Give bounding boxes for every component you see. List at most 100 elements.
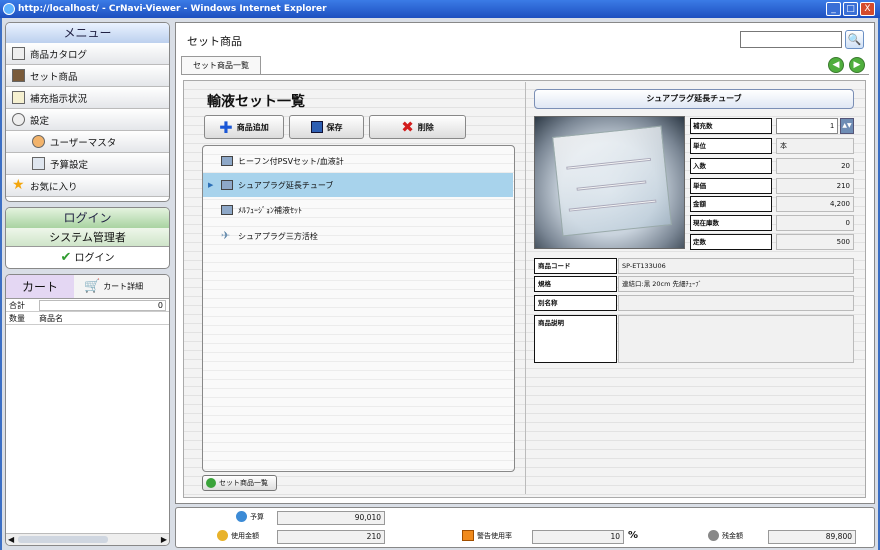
warning-rate-value: 10: [532, 530, 624, 544]
cart-col-qty: 数量: [9, 313, 25, 323]
remaining-label: 残金額: [708, 530, 743, 541]
scroll-thumb[interactable]: [18, 536, 108, 543]
field-value-stock: 0: [776, 215, 854, 231]
label-text: 残金額: [722, 531, 743, 540]
settings-icon: [12, 113, 25, 126]
cart-icon: 🛒: [84, 279, 101, 294]
set-list-title: 輸液セット一覧: [207, 94, 305, 110]
menu-item-label: 商品カタログ: [30, 49, 88, 61]
description-value: [618, 315, 854, 363]
field-label-pack: 入数: [690, 158, 772, 174]
label-text: 警告使用率: [477, 531, 512, 540]
tube: [576, 180, 647, 191]
description-label: 商品説明: [534, 315, 617, 363]
search-button[interactable]: 🔍: [845, 30, 864, 49]
set-icon: [221, 180, 233, 190]
list-item[interactable]: ✈ シュアプラグ三方活栓: [203, 224, 513, 248]
menu-panel: メニュー 商品カタログ セット商品 補充指示状況 設定 ユーザーマスタ 予算設定…: [5, 22, 170, 202]
budget-icon: [236, 511, 247, 522]
product-code-label: 商品コード: [534, 258, 617, 274]
menu-item-label: ユーザーマスタ: [50, 137, 117, 149]
field-label-amount: 金額: [690, 196, 772, 212]
cart-scrollbar[interactable]: ◀ ▶: [6, 533, 169, 545]
set-list-back-button[interactable]: セット商品一覧: [202, 475, 277, 491]
field-value-fixed: 500: [776, 234, 854, 250]
product-code-value: SP-ET133U06: [618, 258, 854, 274]
tab-divider: [181, 74, 869, 75]
menu-item-label: お気に入り: [30, 181, 78, 193]
user-icon: [32, 135, 45, 148]
menu-item-label: 設定: [30, 115, 50, 127]
label-text: 使用金額: [231, 531, 259, 540]
button-label: 保存: [326, 122, 343, 132]
menu-title: メニュー: [6, 23, 169, 43]
menu-item-user-master[interactable]: ユーザーマスタ: [6, 131, 169, 153]
minimize-button[interactable]: _: [826, 2, 841, 16]
catalog-icon: [12, 47, 25, 60]
check-icon: ✔: [60, 250, 72, 265]
delete-icon: ✖: [401, 118, 414, 136]
tube: [568, 199, 657, 212]
menu-item-budget[interactable]: 予算設定: [6, 153, 169, 175]
save-button[interactable]: 保存: [289, 115, 364, 139]
tab-cart-detail[interactable]: 🛒 カート詳細: [74, 275, 169, 298]
remaining-icon: [708, 530, 719, 541]
used-amount-value: 210: [277, 530, 385, 544]
delete-button[interactable]: ✖ 削除: [369, 115, 466, 139]
close-button[interactable]: X: [860, 2, 875, 16]
list-item-label: ヒーフン付PSVセット/血液計: [238, 156, 344, 166]
tab-set-list[interactable]: セット商品一覧: [181, 56, 261, 74]
search-input[interactable]: [740, 31, 842, 48]
tab-cart[interactable]: カート: [6, 275, 74, 298]
replenish-icon: [12, 91, 25, 104]
field-value-pack: 20: [776, 158, 854, 174]
menu-item-replenish[interactable]: 補充指示状況: [6, 87, 169, 109]
menu-item-favorites[interactable]: ★ お気に入り: [6, 175, 169, 197]
back-icon[interactable]: ◀: [828, 57, 844, 73]
login-button[interactable]: ✔ ログイン: [6, 247, 169, 268]
set-icon: [221, 156, 233, 166]
field-label-fixed: 定数: [690, 234, 772, 250]
menu-item-settings[interactable]: 設定: [6, 109, 169, 131]
window-title: http://localhost/ - CrNavi-Viewer - Wind…: [18, 4, 327, 14]
menu-item-set-product[interactable]: セット商品: [6, 65, 169, 87]
list-item-label: シュアプラグ延長チューブ: [238, 180, 334, 190]
percent-unit: %: [628, 530, 639, 541]
maximize-button[interactable]: □: [843, 2, 858, 16]
list-item-label: ﾒﾙﾌｭｰｼﾞｮﾝ補液ｾｯﾄ: [238, 205, 302, 215]
stopcock-icon: ✈: [221, 229, 231, 242]
used-amount-icon: [217, 530, 228, 541]
product-image: [534, 116, 685, 249]
quantity-stepper[interactable]: ▲▼: [840, 118, 854, 134]
alt-name-label: 別名称: [534, 295, 617, 311]
set-product-icon: [12, 69, 25, 82]
list-item[interactable]: ▶ シュアプラグ延長チューブ: [203, 173, 513, 197]
field-value-price: 210: [776, 178, 854, 194]
field-label-qty: 補充数: [690, 118, 772, 134]
cart-header-row: 数量 商品名: [6, 312, 169, 325]
menu-item-label: セット商品: [30, 71, 78, 83]
budget-label: 予算: [236, 511, 264, 522]
list-item[interactable]: ヒーフン付PSVセット/血液計: [203, 149, 513, 173]
login-panel: ログイン システム管理者 ✔ ログイン: [5, 207, 170, 269]
cart-col-name: 商品名: [39, 313, 63, 323]
cart-total-row: 合計 0: [6, 299, 169, 312]
detail-title: シュアプラグ延長チューブ: [534, 89, 854, 109]
button-label: 削除: [417, 122, 434, 132]
list-item[interactable]: ﾒﾙﾌｭｰｼﾞｮﾝ補液ｾｯﾄ: [203, 198, 513, 222]
quantity-input[interactable]: [776, 118, 838, 134]
save-icon: [310, 121, 323, 133]
list-item-label: シュアプラグ三方活栓: [238, 231, 318, 241]
spec-value: 連結口:黒 20cm 先細ﾁｭｰﾌﾞ: [618, 276, 854, 292]
menu-item-catalog[interactable]: 商品カタログ: [6, 43, 169, 65]
forward-icon[interactable]: ▶: [849, 57, 865, 73]
login-button-label: ログイン: [74, 253, 115, 264]
back-arrow-icon: [206, 478, 216, 488]
tube: [566, 157, 652, 170]
warning-rate-label: 警告使用率: [462, 530, 512, 541]
field-label-stock: 現在庫数: [690, 215, 772, 231]
alt-name-value: [618, 295, 854, 311]
add-product-button[interactable]: ✚ 商品追加: [204, 115, 284, 139]
scroll-right-icon[interactable]: ▶: [161, 534, 167, 545]
scroll-left-icon[interactable]: ◀: [8, 534, 14, 545]
